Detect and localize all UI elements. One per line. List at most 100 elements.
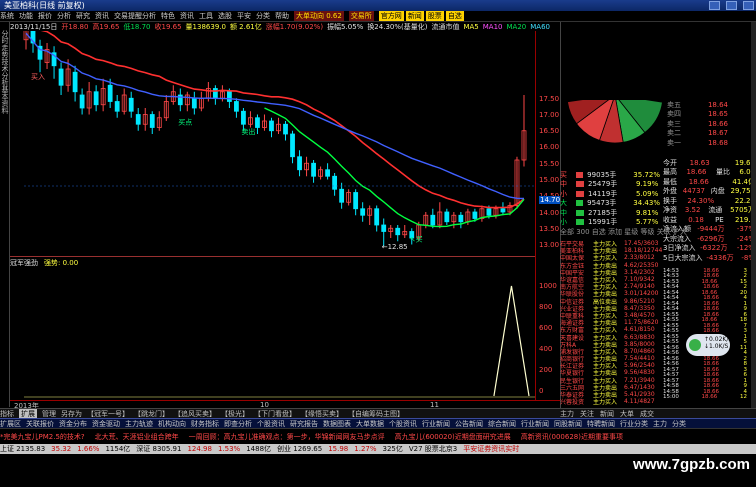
left-tab-char[interactable]: 分 xyxy=(1,30,9,37)
big-order-row[interactable]: 兴蓉投资 主力买入 4.11/4827 xyxy=(560,398,664,406)
indicator-tab-9[interactable]: 【缘悟买卖】 xyxy=(301,409,343,418)
function-item-18[interactable]: 特聘新闻 xyxy=(587,419,615,428)
menu-item-1[interactable]: 功能 xyxy=(19,11,33,21)
candle[interactable] xyxy=(311,160,316,183)
news-item-0[interactable]: *完美九宝儿PM2.5的技术? xyxy=(0,432,85,442)
function-item-10[interactable]: 数据图表 xyxy=(323,419,351,428)
function-item-9[interactable]: 研究报告 xyxy=(290,419,318,428)
function-item-21[interactable]: 分类 xyxy=(672,419,686,428)
vertical-scrollbar[interactable] xyxy=(751,22,756,412)
candle[interactable] xyxy=(283,121,288,141)
candle[interactable] xyxy=(262,114,267,131)
indicator-tab-4[interactable]: 【冠军一号】 xyxy=(87,409,129,418)
news-item-1[interactable]: 北大荒、天涯铝业组合跨年 xyxy=(95,432,179,442)
candle[interactable] xyxy=(276,117,281,134)
function-item-8[interactable]: 个股资讯 xyxy=(257,419,285,428)
function-item-19[interactable]: 行业分类 xyxy=(620,419,648,428)
menu-tag-0[interactable]: 大单动向 0.62 xyxy=(294,11,344,21)
candle[interactable] xyxy=(304,156,309,177)
candle[interactable] xyxy=(184,91,190,112)
function-item-5[interactable]: 机构动向 xyxy=(158,419,186,428)
candle[interactable] xyxy=(290,130,295,164)
candle[interactable] xyxy=(360,202,366,222)
indicator-tab-0[interactable]: 指标 xyxy=(0,409,14,418)
candle[interactable] xyxy=(458,212,464,229)
left-tab-char[interactable]: 本 xyxy=(1,93,9,100)
indicator-tab-2[interactable]: 管理 xyxy=(42,409,56,418)
candle[interactable] xyxy=(381,218,387,247)
candle[interactable] xyxy=(86,82,92,115)
candle[interactable] xyxy=(332,173,338,196)
candle[interactable] xyxy=(269,117,274,138)
candle[interactable] xyxy=(395,225,401,242)
menu-item-2[interactable]: 报价 xyxy=(38,11,52,21)
candle[interactable] xyxy=(402,225,408,238)
menu-item-0[interactable]: 系统 xyxy=(0,11,14,21)
candle[interactable] xyxy=(444,208,450,225)
candle[interactable] xyxy=(198,91,204,112)
left-tab-char[interactable]: 走 xyxy=(1,44,9,51)
left-tab-char[interactable]: 势 xyxy=(1,51,9,58)
menu-item-7[interactable]: 特色 xyxy=(161,11,175,21)
left-tab-char[interactable]: 料 xyxy=(1,107,9,114)
right-tab-3[interactable]: 大单 xyxy=(620,409,634,418)
function-item-20[interactable]: 主力 xyxy=(653,419,667,428)
left-tab-char[interactable]: 资 xyxy=(1,100,9,107)
indicator-tab-6[interactable]: 【追风买卖】 xyxy=(174,409,216,418)
function-item-17[interactable]: 同股新闻 xyxy=(554,419,582,428)
candle[interactable] xyxy=(58,62,64,96)
candle[interactable] xyxy=(135,108,141,131)
candle[interactable] xyxy=(339,182,345,209)
candle[interactable] xyxy=(388,225,394,238)
close-button[interactable] xyxy=(743,1,754,10)
speed-widget[interactable]: ↑ 0.02K/S ↓ 1.0K/S xyxy=(686,334,732,356)
menu-item-9[interactable]: 工具 xyxy=(199,11,213,21)
indicator-tab-5[interactable]: 【跳龙门】 xyxy=(134,409,169,418)
function-item-3[interactable]: 资金驱动 xyxy=(92,419,120,428)
menu-item-13[interactable]: 帮助 xyxy=(275,11,289,21)
menu-item-3[interactable]: 分析 xyxy=(57,11,71,21)
maximize-button[interactable] xyxy=(726,1,737,10)
function-item-0[interactable]: 扩展区 xyxy=(0,419,21,428)
candle[interactable] xyxy=(128,91,134,118)
menu-tag-3[interactable]: 新闻 xyxy=(405,11,424,21)
candle[interactable] xyxy=(297,150,302,177)
menu-item-5[interactable]: 资讯 xyxy=(95,11,109,21)
news-item-2[interactable]: 一周回顾：高九宝儿准确观点：第一步，华锦新闻网友马步点评 xyxy=(189,432,385,442)
candle[interactable] xyxy=(100,78,106,112)
function-item-2[interactable]: 资金分布 xyxy=(59,419,87,428)
candle[interactable] xyxy=(325,163,330,180)
minimize-button[interactable] xyxy=(709,1,720,10)
function-item-6[interactable]: 财务指标 xyxy=(191,419,219,428)
function-item-15[interactable]: 综合新闻 xyxy=(488,419,516,428)
function-item-14[interactable]: 公告新闻 xyxy=(455,419,483,428)
candle[interactable] xyxy=(149,111,155,134)
candle[interactable] xyxy=(514,156,520,209)
left-tab-char[interactable]: 术 xyxy=(1,65,9,72)
candle[interactable] xyxy=(93,85,99,112)
candle[interactable] xyxy=(121,88,127,115)
candle[interactable] xyxy=(437,202,443,229)
menu-tag-4[interactable]: 股票 xyxy=(425,11,444,21)
left-tab-char[interactable]: 时 xyxy=(1,37,9,44)
right-tab-2[interactable]: 新闻 xyxy=(600,409,614,418)
menu-tag-2[interactable]: 官方网 xyxy=(378,11,404,21)
candle[interactable] xyxy=(255,114,260,135)
menu-item-12[interactable]: 分类 xyxy=(256,11,270,21)
candle[interactable] xyxy=(353,189,359,216)
menu-item-10[interactable]: 选股 xyxy=(218,11,232,21)
candle[interactable] xyxy=(212,85,218,105)
indicator-pane[interactable] xyxy=(24,285,535,398)
menu-item-11[interactable]: 平安 xyxy=(237,11,251,21)
candle[interactable] xyxy=(142,108,148,131)
function-item-13[interactable]: 行业新闻 xyxy=(422,419,450,428)
candle[interactable] xyxy=(114,95,120,118)
kline-chart[interactable]: ←20.00←12.85买入买点卖出↖买 xyxy=(10,31,560,407)
candle[interactable] xyxy=(44,43,50,69)
candle[interactable] xyxy=(177,88,183,112)
candle[interactable] xyxy=(191,91,197,115)
menu-item-8[interactable]: 资讯 xyxy=(180,11,194,21)
left-side-tabs[interactable]: 分时走势技术分析基本资料 xyxy=(0,22,10,407)
menu-item-4[interactable]: 研究 xyxy=(76,11,90,21)
menu-item-6[interactable]: 交易提醒分析 xyxy=(114,11,156,21)
